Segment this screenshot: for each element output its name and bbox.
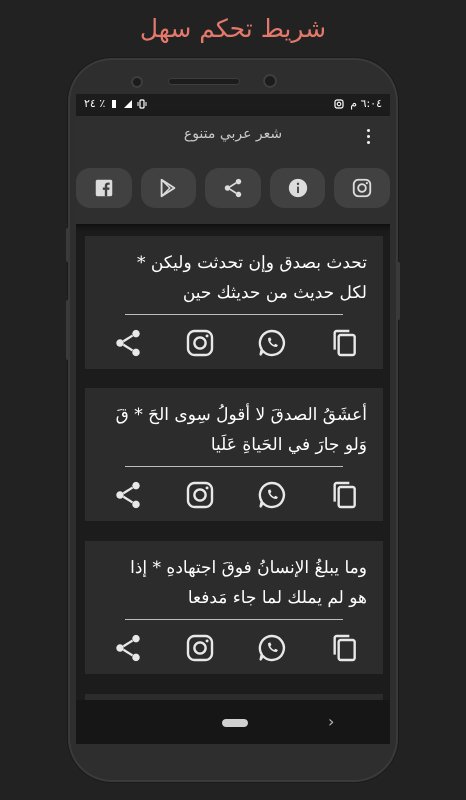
poem-line: تحدث بصدق وإن تحدثت وليكن * [136,253,367,273]
app-title: شعر عربي متنوع [183,126,283,142]
poem-card: أعشَقُ الصدقَ لا أقولُ سِوى الحَ * قَ وَ… [85,388,383,521]
phone-side-button [66,228,70,262]
poem-text: تحدث بصدق وإن تحدثت وليكن * لكل حديث من … [97,248,367,308]
share-icon [224,178,242,198]
vibrate-icon [137,98,147,109]
share-icon [116,329,140,357]
facebook-button[interactable] [76,168,132,208]
copy-button[interactable] [327,631,361,665]
google-play-icon [161,178,176,198]
instagram-notification-icon [334,98,344,109]
divider [125,466,343,467]
poem-card: وما يبلغُ الإنسانُ فوقَ اجتهادهِ * إذا ه… [85,541,383,674]
share-button[interactable] [111,631,145,665]
divider [125,619,343,620]
copy-icon [333,329,356,357]
signal-icon [124,99,133,108]
whatsapp-icon [258,329,286,357]
battery-icon [112,99,117,108]
back-chevron-icon[interactable]: › [328,712,334,731]
poem-line: لكل حديث من حديثك حين [182,283,367,303]
share-icon [116,634,140,662]
whatsapp-icon [258,481,286,509]
front-camera [263,74,277,88]
app-bar: شعر عربي متنوع [76,116,390,224]
clock-text: ٦:٠٤ م [350,97,382,110]
instagram-share-button[interactable] [183,326,217,360]
whatsapp-share-button[interactable] [255,326,289,360]
poem-text: وما يبلغُ الإنسانُ فوقَ اجتهادهِ * إذا ه… [97,553,367,613]
phone-side-button [396,262,400,320]
navigation-bar: › [76,700,390,744]
share-button[interactable] [111,478,145,512]
earpiece-speaker [168,78,240,85]
poem-line: وما يبلغُ الإنسانُ فوقَ اجتهادهِ * إذا [130,558,367,578]
whatsapp-share-button[interactable] [255,478,289,512]
share-app-button[interactable] [205,168,261,208]
card-actions [111,478,361,512]
share-icon [116,481,140,509]
promo-title: شريط تحكم سهل [139,14,327,43]
instagram-icon [186,481,214,509]
info-icon [288,178,307,198]
status-bar: ٢٤ ٪ ٦:٠٤ م [76,94,390,114]
instagram-icon [353,178,372,198]
instagram-share-button[interactable] [183,631,217,665]
google-play-button[interactable] [140,168,197,208]
poem-line: هو لم يملك لما جاء مَدفعا [187,588,367,608]
copy-icon [333,634,356,662]
front-camera [131,76,143,88]
copy-button[interactable] [327,478,361,512]
instagram-icon [186,634,214,662]
instagram-share-button[interactable] [183,478,217,512]
home-pill[interactable] [222,719,248,727]
info-button[interactable] [269,168,326,208]
whatsapp-share-button[interactable] [255,631,289,665]
toolbar [76,168,390,208]
poem-card: تحدث بصدق وإن تحدثت وليكن * لكل حديث من … [85,236,383,369]
share-button[interactable] [111,326,145,360]
copy-button[interactable] [327,326,361,360]
battery-text: ٢٤ ٪ [84,97,106,110]
copy-icon [333,481,356,509]
card-actions [111,631,361,665]
poem-line: وَلو جارَ في الحَياةِ عَلَيا [210,435,367,455]
facebook-icon [95,179,113,197]
whatsapp-icon [258,634,286,662]
poem-line: أعشَقُ الصدقَ لا أقولُ سِوى الحَ * قَ [115,405,367,425]
phone-screen: ٢٤ ٪ ٦:٠٤ م شعر عربي متنوع تحدث بصدق وإن… [76,94,390,744]
overflow-menu-icon[interactable] [360,124,376,148]
instagram-button[interactable] [334,168,390,208]
phone-side-button [66,300,70,360]
divider [125,314,343,315]
poem-text: أعشَقُ الصدقَ لا أقولُ سِوى الحَ * قَ وَ… [97,400,367,460]
card-actions [111,326,361,360]
instagram-icon [186,329,214,357]
